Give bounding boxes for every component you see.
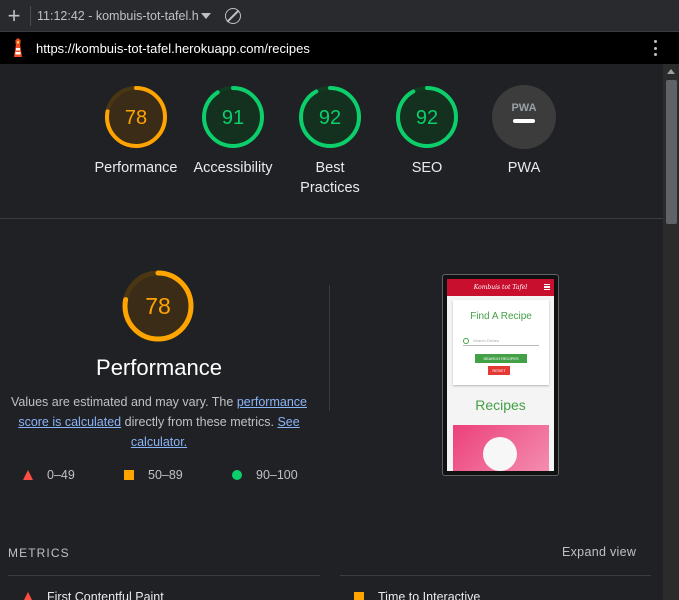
vertical-dots-icon[interactable] [653,40,657,56]
green-circle-icon [232,470,242,480]
section-divider [329,285,330,411]
performance-description: Values are estimated and may vary. The p… [10,392,308,452]
red-triangle-icon [23,592,33,600]
gauge-best-practices-ring: 92 [299,86,361,148]
screenshot-search-field: Search Dishes [463,336,539,346]
screenshot-search-button: SEARCH RECIPES [475,354,527,363]
pwa-badge-text: PWA [511,102,536,114]
legend-fail-range: 0–49 [47,468,75,482]
metrics-divider-left [8,575,320,576]
caret-down-icon [201,12,211,19]
gauge-accessibility-score: 91 [222,107,244,129]
expand-view-toggle[interactable]: Expand view [562,545,636,559]
screenshot-search-placeholder: Search Dishes [473,338,500,343]
screenshot-page: Kombuis tot Tafel Find A Recipe Search D… [447,279,554,471]
metric-label: First Contentful Paint [47,590,164,600]
red-triangle-icon [23,470,33,480]
plate-image [483,437,517,471]
plus-icon[interactable]: + [0,0,28,32]
screenshot-section-title: Recipes [475,397,526,413]
gauge-performance-label: Performance [94,160,178,176]
legend-pass-range: 90–100 [256,468,298,482]
block-icon[interactable] [225,7,241,24]
gauge-pwa[interactable]: PWA PWA [469,84,579,178]
screenshot-brand: Kombuis tot Tafel [473,284,528,291]
metrics-divider-right [340,575,651,576]
hamburger-icon [544,284,550,290]
search-icon [463,337,469,344]
performance-large-score: 78 [145,293,171,319]
gauge-seo-score: 92 [416,107,438,129]
gauge-seo-ring: 92 [396,86,458,148]
gauge-performance[interactable]: 78 Performance [81,84,191,178]
screenshot-heading: Find A Recipe [470,311,532,322]
metric-time-to-interactive: Time to Interactive [354,590,480,600]
gauge-best-practices-label: Best Practices [300,160,360,196]
performance-large-gauge: 78 [122,270,194,342]
gauge-seo-label: SEO [411,160,443,176]
metric-label: Time to Interactive [378,590,481,600]
orange-square-icon [124,470,134,480]
gauge-best-practices[interactable]: 92 Best Practices [275,84,385,198]
orange-square-icon [354,592,364,600]
report-selector-text: 11:12:42 - kombuis-tot-tafel.he [37,8,199,23]
gauge-best-practices-score: 92 [319,107,341,129]
gauge-accessibility-label: Accessibility [193,160,273,176]
gauge-accessibility[interactable]: 91 Accessibility [178,84,288,178]
screenshot-recipe-image [453,425,549,471]
legend-pass: 90–100 [232,468,298,482]
metrics-heading: METRICS [8,546,70,560]
gauge-performance-score: 78 [125,107,147,129]
report-url-bar: https://kombuis-tot-tafel.herokuapp.com/… [0,32,679,64]
toolbar-divider [30,5,31,26]
legend-average: 50–89 [124,468,183,482]
screenshot-reset-button: RESET [488,366,510,375]
scrollbar[interactable] [663,64,679,600]
report-selector[interactable]: 11:12:42 - kombuis-tot-tafel.he [37,0,211,32]
scroll-up-arrow-icon[interactable] [667,69,675,74]
gauge-seo[interactable]: 92 SEO [372,84,482,178]
screenshot-navbar: Kombuis tot Tafel [447,279,554,296]
gauge-pwa-label: PWA [507,160,541,176]
category-scores: 78 Performance 91 Accessibility 92 Best … [0,64,663,219]
gauge-accessibility-ring: 91 [202,86,264,148]
performance-desc-text-2: directly from these metrics. [121,415,278,429]
report-url[interactable]: https://kombuis-tot-tafel.herokuapp.com/… [36,41,310,56]
lighthouse-icon [14,38,22,57]
legend-fail: 0–49 [23,468,75,482]
devtools-toolbar: + 11:12:42 - kombuis-tot-tafel.he [0,0,679,32]
metric-first-contentful-paint: First Contentful Paint [23,590,164,600]
pwa-badge-icon: PWA [492,85,556,149]
performance-title: Performance [96,355,222,380]
screenshot-search-card: Find A Recipe Search Dishes SEARCH RECIP… [453,300,549,385]
legend-average-range: 50–89 [148,468,183,482]
performance-desc-text-1: Values are estimated and may vary. The [11,395,237,409]
scrollbar-thumb[interactable] [666,80,677,224]
gauge-performance-ring: 78 [105,86,167,148]
final-screenshot[interactable]: Kombuis tot Tafel Find A Recipe Search D… [442,274,559,476]
